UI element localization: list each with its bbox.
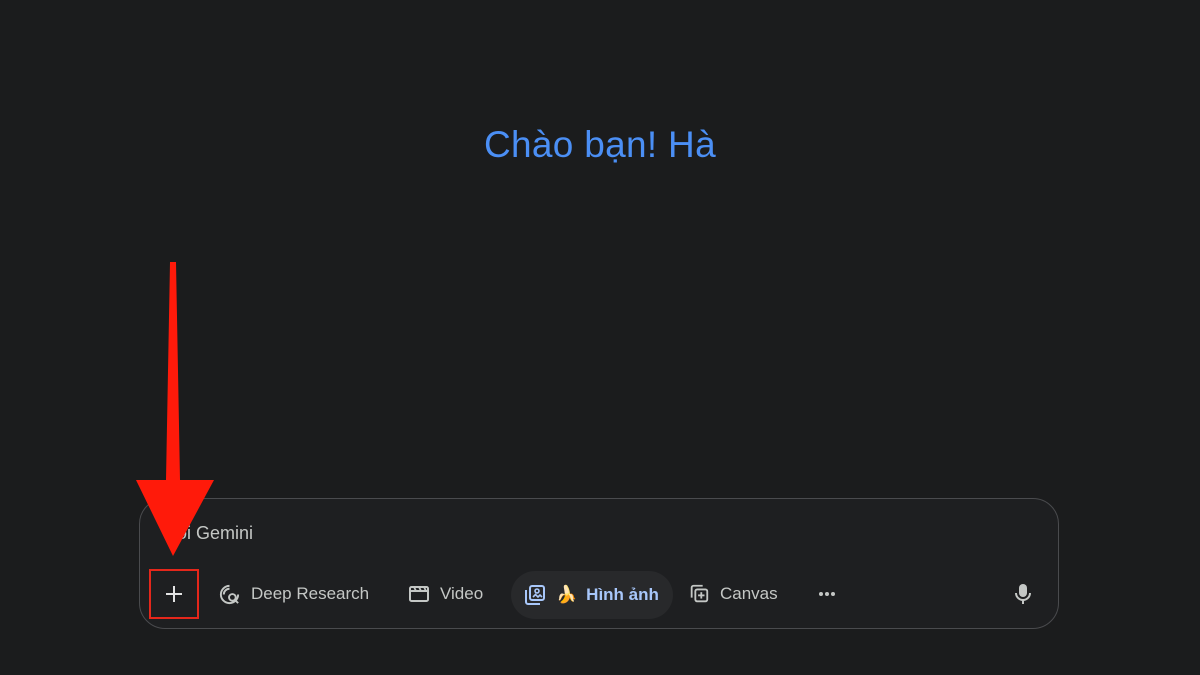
canvas-button[interactable]: Canvas (688, 572, 778, 616)
image-button[interactable]: 🍌 Hình ảnh (511, 571, 673, 619)
video-label: Video (440, 584, 484, 603)
canvas-icon (690, 584, 709, 603)
image-label: Hình ảnh (586, 585, 659, 604)
video-button[interactable]: Video (408, 572, 483, 616)
banana-emoji: 🍌 (556, 585, 578, 604)
deep-research-label: Deep Research (251, 584, 370, 603)
microphone-button[interactable] (1014, 572, 1032, 616)
composer-toolbar: Deep Research Video 🍌 Hình ảnh Canvas (140, 569, 1058, 619)
prompt-composer: Deep Research Video (139, 498, 1059, 629)
microphone-icon (1015, 584, 1031, 604)
greeting-title: Chào bạn! Hà (484, 124, 716, 165)
prompt-input[interactable] (164, 519, 964, 547)
image-gallery-icon (525, 585, 545, 605)
canvas-label: Canvas (720, 584, 778, 603)
more-horizontal-icon (819, 592, 835, 596)
add-files-button[interactable] (149, 569, 199, 619)
gemini-home: Chào bạn! Hà Deep Research (0, 0, 1200, 675)
deep-research-button[interactable]: Deep Research (218, 572, 369, 616)
clapperboard-icon (409, 586, 429, 602)
deep-research-icon (219, 584, 240, 604)
plus-icon (166, 586, 182, 602)
more-tools-button[interactable] (818, 572, 836, 616)
